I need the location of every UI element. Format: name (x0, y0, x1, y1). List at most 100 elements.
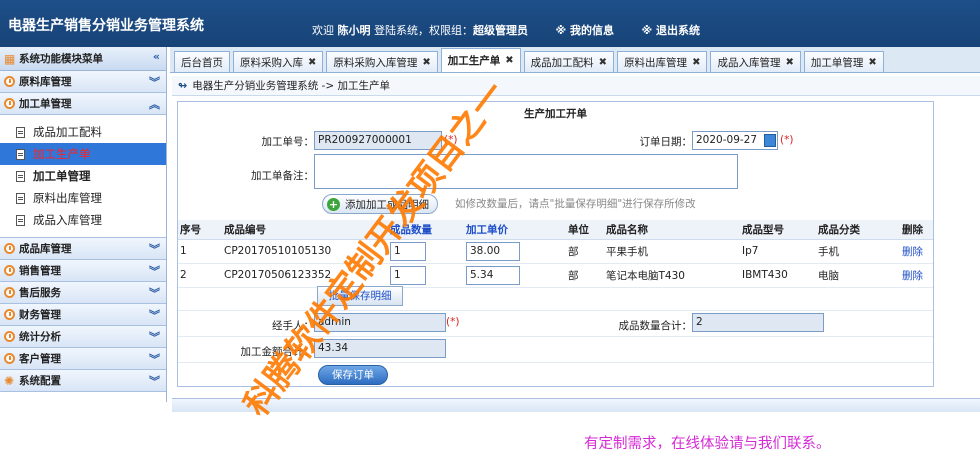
tab-material-outbound[interactable]: 原料出库管理 ✖ (617, 51, 708, 72)
add-product-detail-label: 添加加工成品明细 (345, 198, 429, 211)
sidebar-item-label: 成品加工配料 (33, 125, 102, 139)
order-date-field[interactable]: 2020-09-27 (692, 131, 778, 150)
chevron-down-icon: ︾ (149, 287, 160, 300)
panel-bottom-bar (172, 398, 980, 412)
col-header: 成品名称 (604, 220, 740, 240)
qty-cell: 1 (388, 239, 464, 264)
chevron-down-icon: ︾ (149, 331, 160, 344)
sidebar-group-sales[interactable]: 销售管理 ︾ (0, 260, 166, 282)
tab-bar: 后台首页 原料采购入库 ✖ 原料采购入库管理 ✖ 加工生产单 ✖ 成品加工配料 ✖ 原料… (170, 47, 980, 73)
sidebar-group-product-stock[interactable]: 成品库管理 ︾ (0, 238, 166, 260)
qty-input[interactable]: 1 (390, 265, 426, 285)
app-title: 电器生产销售分销业务管理系统 (8, 18, 204, 34)
col-header: 成品分类 (816, 220, 900, 240)
tab-home[interactable]: 后台首页 (174, 51, 230, 72)
handler-field[interactable]: admin (314, 313, 446, 332)
logout-link[interactable]: ※ 退出系统 (642, 24, 701, 37)
price-cell: 5.34 (464, 263, 566, 288)
sidebar-item-order-management[interactable]: 加工单管理 (0, 165, 166, 187)
sidebar-item-material-outbound[interactable]: 原料出库管理 (0, 187, 166, 209)
close-icon[interactable]: ✖ (785, 57, 793, 68)
close-icon[interactable]: ✖ (308, 57, 316, 68)
sidebar-group-statistics[interactable]: 统计分析 ︾ (0, 326, 166, 348)
close-icon[interactable]: ✖ (692, 57, 700, 68)
unit: 部 (566, 239, 604, 264)
product-category: 手机 (816, 239, 900, 264)
sidebar-group-after-sales[interactable]: 售后服务 ︾ (0, 282, 166, 304)
batch-save-button[interactable]: 批量保存明细 (317, 286, 403, 306)
divider (178, 362, 933, 363)
sidebar-group-finance[interactable]: 财务管理 ︾ (0, 304, 166, 326)
delete-link[interactable]: 删除 (902, 270, 923, 282)
sidebar-item-label: 加工生产单 (33, 147, 91, 161)
table-row: 2 CP20170506123352 1 5.34 部 笔记本电脑T430 IB… (178, 263, 933, 288)
sidebar-group-label: 系统配置 (19, 375, 61, 387)
my-info-link[interactable]: ※ 我的信息 (556, 24, 615, 37)
total-amount-field[interactable]: 43.34 (314, 339, 446, 358)
sidebar-group-label: 成品库管理 (19, 243, 72, 255)
close-icon[interactable]: ✖ (422, 57, 430, 68)
price-input[interactable]: 5.34 (466, 265, 520, 285)
sidebar-group-label: 客户管理 (19, 353, 61, 365)
price-input[interactable]: 38.00 (466, 241, 520, 261)
sidebar-group-label: 原料库管理 (19, 76, 72, 88)
col-header: 加工单价 (464, 220, 566, 240)
sidebar-item-label: 加工单管理 (33, 169, 91, 183)
chevron-down-icon: ︾ (149, 309, 160, 322)
tab-label: 后台首页 (181, 56, 223, 69)
chevron-down-icon: ︾ (149, 76, 160, 89)
qty-input[interactable]: 1 (390, 241, 426, 261)
tab-material-purchase-mgmt[interactable]: 原料采购入库管理 ✖ (326, 51, 438, 72)
chevron-down-icon: ︾ (149, 375, 160, 388)
tab-product-ingredients[interactable]: 成品加工配料 ✖ (523, 51, 615, 72)
sidebar-group-label: 加工单管理 (19, 98, 72, 110)
close-icon[interactable]: ✖ (505, 55, 513, 66)
sidebar-item-label: 原料出库管理 (33, 191, 102, 205)
chevron-up-icon: ︽ (149, 98, 160, 111)
product-model: IBMT430 (740, 263, 816, 288)
document-icon (16, 170, 25, 182)
sidebar: ▦ 系统功能模块菜单 « 原料库管理 ︾ 加工单管理 ︽ 成品加工配料 加工生产… (0, 47, 167, 402)
col-header: 成品编号 (222, 220, 388, 240)
required-mark: (*) (780, 134, 794, 146)
processing-submenu: 成品加工配料 加工生产单 加工单管理 原料出库管理 成品入库管理 (0, 115, 166, 238)
product-detail-table: 序号 成品编号 成品数量 加工单价 单位 成品名称 成品型号 成品分类 删除 1… (178, 220, 933, 288)
table-row: 1 CP20170510105130 1 38.00 部 平果手机 Ip7 手机… (178, 239, 933, 264)
sidebar-group-system-config[interactable]: ✺ 系统配置 ︾ (0, 370, 166, 392)
total-qty-field[interactable]: 2 (692, 313, 824, 332)
clock-icon (4, 353, 15, 364)
sidebar-group-raw-material[interactable]: 原料库管理 ︾ (0, 71, 166, 93)
sidebar-group-customers[interactable]: 客户管理 ︾ (0, 348, 166, 370)
product-model: Ip7 (740, 239, 816, 264)
document-icon (16, 214, 25, 226)
location-icon: ↬ (178, 79, 188, 92)
tab-label: 加工单管理 (810, 56, 864, 69)
delete-link[interactable]: 删除 (902, 246, 923, 258)
row-no: 1 (178, 239, 222, 264)
tab-material-purchase[interactable]: 原料采购入库 ✖ (233, 51, 324, 72)
col-header: 删除 (900, 220, 933, 240)
sidebar-item-product-ingredients[interactable]: 成品加工配料 (0, 121, 166, 143)
close-icon[interactable]: ✖ (868, 57, 876, 68)
order-no-field[interactable]: PR200927000001 (314, 131, 442, 150)
remark-label: 加工单备注： (251, 170, 314, 182)
tab-label: 加工生产单 (447, 55, 501, 67)
tab-order-management[interactable]: 加工单管理 ✖ (803, 51, 884, 72)
chevron-down-icon: ︾ (149, 353, 160, 366)
calendar-icon[interactable] (764, 134, 776, 147)
add-product-detail-button[interactable]: + 添加加工成品明细 (322, 194, 438, 214)
tab-product-inbound[interactable]: 成品入库管理 ✖ (710, 51, 801, 72)
tab-production-order[interactable]: 加工生产单 ✖ (440, 48, 521, 72)
close-icon[interactable]: ✖ (599, 57, 607, 68)
remark-textarea[interactable] (314, 154, 738, 189)
sidebar-group-processing-order[interactable]: 加工单管理 ︽ (0, 93, 166, 115)
save-order-button[interactable]: 保存订单 (318, 365, 388, 385)
clock-icon (4, 265, 15, 276)
collapse-sidebar-icon[interactable]: « (153, 50, 160, 63)
form-title: 生产加工开单 (524, 108, 587, 120)
sidebar-header: ▦ 系统功能模块菜单 « (0, 47, 166, 71)
sidebar-item-product-inbound[interactable]: 成品入库管理 (0, 209, 166, 231)
clock-icon (4, 287, 15, 298)
order-no-label: 加工单号： (261, 136, 315, 148)
sidebar-item-production-order[interactable]: 加工生产单 (0, 143, 166, 165)
